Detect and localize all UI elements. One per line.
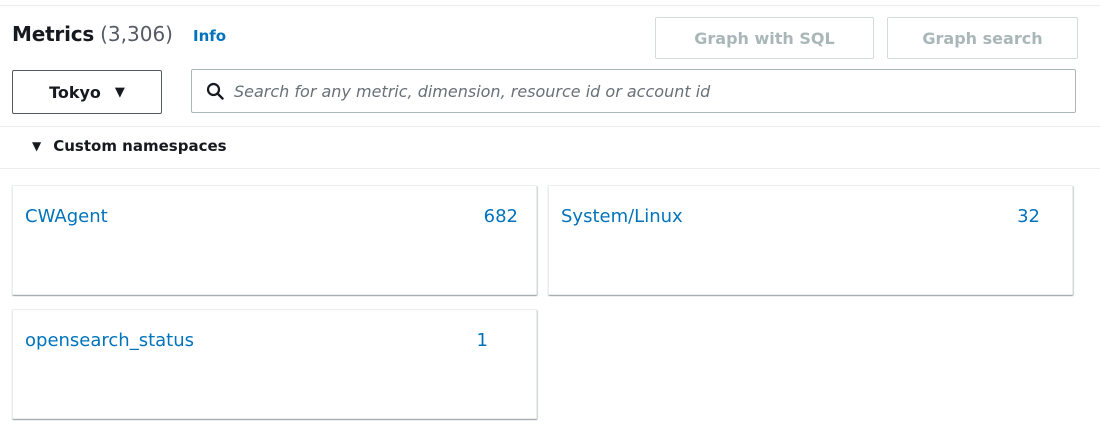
namespace-name[interactable]: System/Linux [561,206,683,227]
page-header: Metrics (3,306) Info [12,22,226,46]
info-link[interactable]: Info [193,27,226,45]
namespace-metric-count: 32 [1017,206,1040,227]
caret-down-icon: ▼ [114,84,125,100]
divider [0,168,1100,169]
region-label: Tokyo [49,82,101,102]
page-title: Metrics [12,22,95,46]
search-input[interactable] [234,70,1075,112]
caret-down-icon: ▼ [32,139,42,153]
namespace-metric-count: 682 [483,206,518,227]
namespace-card-opensearch-status[interactable]: opensearch_status 1 [12,309,537,419]
namespace-metric-count: 1 [476,330,488,351]
custom-namespaces-toggle[interactable]: ▼ Custom namespaces [32,137,227,155]
top-divider [0,5,1100,6]
metric-search-box[interactable] [191,69,1076,113]
namespace-card-system-linux[interactable]: System/Linux 32 [548,185,1073,295]
section-title: Custom namespaces [53,137,227,155]
graph-with-sql-button[interactable]: Graph with SQL [655,17,874,59]
namespace-name[interactable]: opensearch_status [25,330,194,351]
namespace-card-cwagent[interactable]: CWAgent 682 [12,185,537,295]
namespace-name[interactable]: CWAgent [25,206,108,227]
divider [0,126,1100,127]
region-dropdown[interactable]: Tokyo ▼ [12,70,162,114]
metrics-count: (3,306) [100,22,173,46]
graph-search-button[interactable]: Graph search [887,17,1078,59]
search-icon [206,82,224,100]
